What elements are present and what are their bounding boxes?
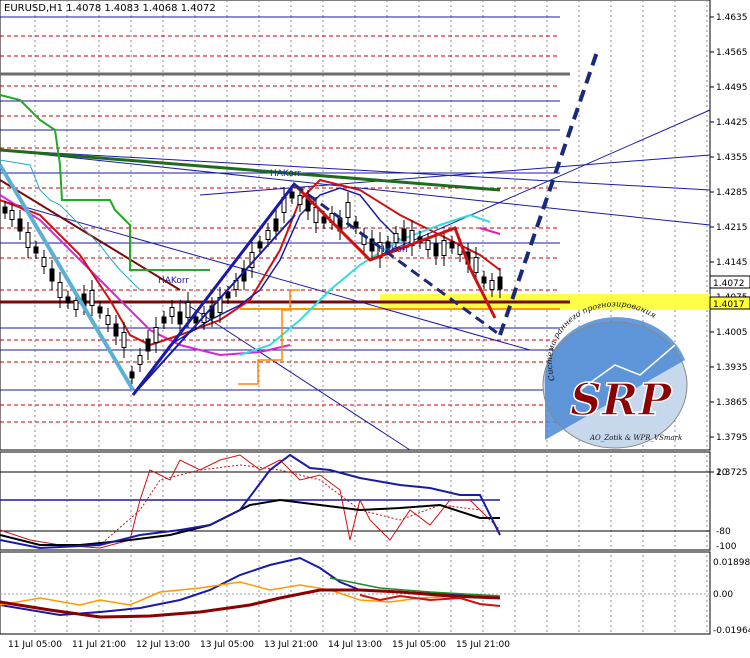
logo-footer-text: AO_Zotik & WPR_VSmark <box>589 434 682 442</box>
candle-body <box>153 327 159 343</box>
price-tick-label: 1.4635 <box>716 13 748 23</box>
osc1-tick-label: -100 <box>716 542 737 552</box>
time-tick-label: 13 Jul 05:00 <box>200 640 254 650</box>
chart-title: EURUSD,H1 1.4078 1.4083 1.4068 1.4072 <box>4 3 216 14</box>
candle-body <box>273 218 279 232</box>
candle-body <box>433 243 439 257</box>
candle-body <box>321 216 327 224</box>
candle-body <box>473 257 479 273</box>
candle-body <box>17 218 23 232</box>
candle-body <box>449 241 455 249</box>
price-tick-label: 1.4565 <box>716 48 748 58</box>
time-tick-label: 13 Jul 21:00 <box>264 640 318 650</box>
candle-body <box>41 257 47 267</box>
price-axis: 1.4635 1.4565 1.4495 1.4425 1.4355 1.4285 1.42… <box>710 13 748 478</box>
chart-canvas[interactable]: HAKorr HAKorr HAKorr EURUSD,H1 1.4078 1.… <box>0 0 750 654</box>
candle-body <box>289 191 295 199</box>
candle-body <box>313 207 319 223</box>
candle-body <box>345 202 351 218</box>
time-tick-label: 14 Jul 13:00 <box>328 640 382 650</box>
osc1-tick-label: 20 <box>716 468 728 478</box>
candle-body <box>2 206 8 214</box>
price-tick-label: 1.4355 <box>716 153 748 163</box>
price-tick-label: 1.4495 <box>716 83 748 93</box>
price-tick-label: 1.4425 <box>716 118 748 128</box>
candle-body <box>145 338 151 352</box>
oscillator2-axis: 0.01898 0.00 -0.01964 <box>713 558 750 636</box>
candle-body <box>257 241 263 249</box>
price-tick-label: 1.3865 <box>716 398 748 408</box>
osc1-tick-label: -80 <box>716 527 731 537</box>
candle-body <box>169 307 175 317</box>
candle-body <box>441 240 447 256</box>
candle-body <box>401 228 407 242</box>
annotation-hakorr-left: HAKorr <box>158 276 189 286</box>
price-tick-label: 1.4005 <box>716 328 748 338</box>
time-axis: 11 Jul 05:00 11 Jul 21:00 12 Jul 13:00 13 J… <box>8 640 510 650</box>
candle-body <box>425 240 431 250</box>
candle-body <box>489 280 495 290</box>
price-tick-label: 1.3795 <box>716 433 748 443</box>
logo-srp-text: SRP <box>570 375 673 426</box>
osc2-tick-label: 0.00 <box>713 590 733 600</box>
price-tick-label: 1.3935 <box>716 363 748 373</box>
price-tick-label: 1.4145 <box>716 258 748 268</box>
candle-body <box>297 195 303 205</box>
candle-body <box>121 332 127 348</box>
time-tick-label: 11 Jul 21:00 <box>72 640 126 650</box>
candle-body <box>57 282 63 298</box>
candle-body <box>393 233 399 243</box>
candle-body <box>185 302 191 318</box>
time-tick-label: 15 Jul 05:00 <box>392 640 446 650</box>
time-tick-label: 11 Jul 05:00 <box>8 640 62 650</box>
candle-body <box>89 290 95 306</box>
annotation-hakorr-top: HAKorr <box>270 169 301 179</box>
candle-body <box>177 311 183 325</box>
candle-body <box>9 210 15 220</box>
marked-level-marker: 1.4017 <box>709 296 750 310</box>
osc2-tick-label: 0.01898 <box>713 558 750 568</box>
forex-chart-window[interactable]: HAKorr HAKorr HAKorr EURUSD,H1 1.4078 1.… <box>0 0 750 654</box>
time-tick-label: 12 Jul 13:00 <box>136 640 190 650</box>
candle-body <box>481 276 487 284</box>
price-tick-label: 1.4285 <box>716 188 748 198</box>
candle-body <box>65 296 71 304</box>
oscillator1-axis: 20 -80 -100 <box>716 468 737 552</box>
candle-body <box>225 291 231 299</box>
candle-body <box>113 323 119 337</box>
candle-body <box>97 306 103 314</box>
annotation-hakorr-mid: HAKorr <box>378 245 409 255</box>
svg-text:1.4017: 1.4017 <box>713 300 745 310</box>
candle-body <box>73 300 79 310</box>
candle-body <box>129 371 135 379</box>
current-price-marker: 1.4072 <box>709 275 750 289</box>
candle-body <box>497 276 503 290</box>
candle-body <box>33 246 39 254</box>
candle-body <box>25 232 31 248</box>
candle-body <box>137 355 143 365</box>
candle-body <box>49 268 55 282</box>
candle-body <box>105 315 111 325</box>
candle-body <box>161 316 167 324</box>
candle-body <box>265 230 271 240</box>
osc2-tick-label: -0.01964 <box>713 626 750 636</box>
svg-text:1.4072: 1.4072 <box>713 279 745 289</box>
price-tick-label: 1.4215 <box>716 223 748 233</box>
time-tick-label: 15 Jul 21:00 <box>456 640 510 650</box>
